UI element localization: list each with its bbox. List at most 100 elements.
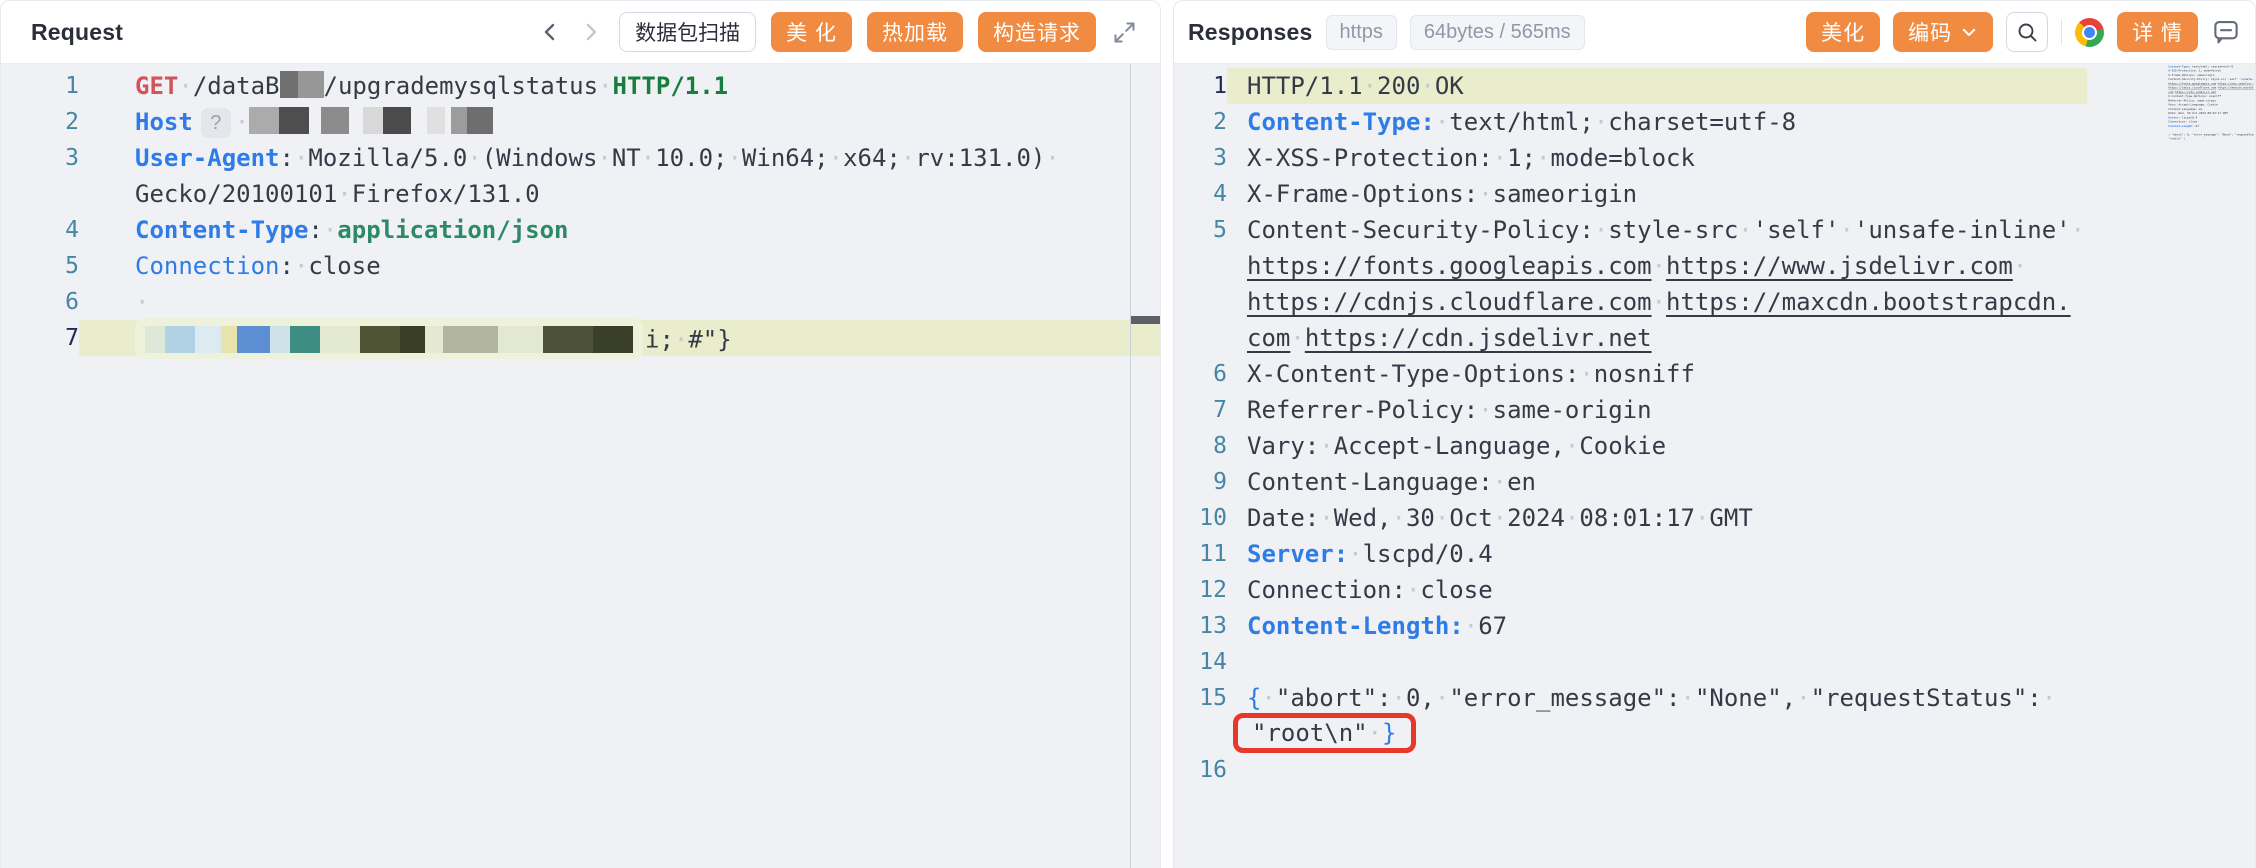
line-number: [1, 176, 79, 212]
http-packet-viewer: Request 数据包扫描 美 化 热加载 构造请求 1GET·/dataB/u…: [0, 0, 2256, 868]
code-line: 5Content-Security-Policy:·style-src·'sel…: [1174, 212, 2255, 248]
request-editor[interactable]: 1GET·/dataB/upgrademysqlstatus·HTTP/1.12…: [1, 64, 1160, 868]
code-line: Gecko/20100101·Firefox/131.0: [1, 176, 1160, 212]
code-line: 1HTTP/1.1·200·OK: [1174, 68, 2255, 104]
chevron-right-icon: [579, 20, 603, 44]
code-line: 1GET·/dataB/upgrademysqlstatus·HTTP/1.1: [1, 68, 1160, 104]
line-number: 1: [1174, 68, 1227, 104]
code-line: 14: [1174, 644, 2255, 680]
request-code: 1GET·/dataB/upgrademysqlstatus·HTTP/1.12…: [1, 68, 1160, 356]
code-line: "root\n"·}: [1174, 716, 2255, 752]
code-line: 5Connection:·close: [1, 248, 1160, 284]
code-line: 13Content-Length:·67: [1174, 608, 2255, 644]
line-number: [1174, 248, 1227, 284]
beautify-request-button[interactable]: 美 化: [771, 12, 852, 52]
next-packet-button[interactable]: [578, 19, 604, 45]
line-number: 14: [1174, 644, 1227, 680]
beautify-response-button[interactable]: 美化: [1806, 12, 1880, 52]
chevron-down-icon: [1960, 23, 1978, 41]
search-button[interactable]: [2006, 12, 2048, 52]
response-panel: Responses https 64bytes / 565ms 美化 编码 详 …: [1173, 0, 2256, 868]
prev-packet-button[interactable]: [537, 19, 563, 45]
line-number: 8: [1174, 428, 1227, 464]
code-line: 7Referrer-Policy:·same-origin: [1174, 392, 2255, 428]
size-time-tag: 64bytes / 565ms: [1410, 15, 1585, 50]
line-number: 9: [1174, 464, 1227, 500]
line-number: 4: [1, 212, 79, 248]
line-number: 5: [1174, 212, 1227, 248]
line-number: [1174, 320, 1227, 356]
search-icon: [2015, 20, 2039, 44]
comment-bubble-icon[interactable]: [2211, 17, 2241, 47]
code-line: 3User-Agent:·Mozilla/5.0·(Windows·NT·10.…: [1, 140, 1160, 176]
encode-dropdown-button[interactable]: 编码: [1893, 12, 1993, 52]
code-line: 6·: [1, 284, 1160, 320]
red-annotation-box: "root\n"·}: [1233, 713, 1416, 753]
line-number: 5: [1, 248, 79, 284]
encode-label: 编码: [1908, 17, 1952, 47]
code-line: 7i;·#"}: [1, 320, 1160, 356]
code-line: 4X-Frame-Options:·sameorigin: [1174, 176, 2255, 212]
line-number: 4: [1174, 176, 1227, 212]
line-number: 6: [1174, 356, 1227, 392]
minimap-content: HTTP/1.1·200·OKContent-Type:·text/html;·…: [2168, 64, 2254, 145]
redacted-content: [135, 318, 643, 359]
overview-ruler-mark: [1131, 316, 1160, 324]
build-request-button[interactable]: 构造请求: [978, 12, 1096, 52]
header-divider: [2061, 19, 2062, 45]
code-line: com·https://cdn.jsdelivr.net: [1174, 320, 2255, 356]
line-number: 3: [1, 140, 79, 176]
hot-reload-button[interactable]: 热加载: [867, 12, 963, 52]
line-number: [1174, 716, 1227, 752]
request-header: Request 数据包扫描 美 化 热加载 构造请求: [1, 1, 1160, 64]
code-line: 2Content-Type:·text/html;·charset=utf-8: [1174, 104, 2255, 140]
code-line: 8Vary:·Accept-Language,·Cookie: [1174, 428, 2255, 464]
line-number: 2: [1174, 104, 1227, 140]
line-number: 15: [1174, 680, 1227, 716]
redacted-content: [249, 107, 493, 134]
fullscreen-icon[interactable]: [1111, 19, 1138, 46]
line-number: 2: [1, 104, 79, 140]
packet-scan-button[interactable]: 数据包扫描: [619, 12, 756, 52]
line-number: 6: [1, 284, 79, 320]
request-panel: Request 数据包扫描 美 化 热加载 构造请求 1GET·/dataB/u…: [0, 0, 1161, 868]
code-line: 2Host?·: [1, 104, 1160, 140]
detail-button[interactable]: 详 情: [2117, 12, 2198, 52]
code-line: 6X-Content-Type-Options:·nosniff: [1174, 356, 2255, 392]
response-editor[interactable]: 1HTTP/1.1·200·OK2Content-Type:·text/html…: [1174, 64, 2255, 868]
speech-bubble-icon: [2211, 17, 2241, 47]
code-line: 12Connection:·close: [1174, 572, 2255, 608]
code-line: 3X-XSS-Protection:·1;·mode=block: [1174, 140, 2255, 176]
overview-ruler-line: [1130, 64, 1131, 868]
expand-arrows-icon: [1111, 19, 1138, 46]
line-number: 13: [1174, 608, 1227, 644]
response-code: 1HTTP/1.1·200·OK2Content-Type:·text/html…: [1174, 68, 2255, 788]
protocol-tag: https: [1326, 15, 1397, 50]
code-line: https://fonts.googleapis.com·https://www…: [1174, 248, 2255, 284]
code-line: https://cdnjs.cloudflare.com·https://max…: [1174, 284, 2255, 320]
minimap[interactable]: HTTP/1.1·200·OKContent-Type:·text/html;·…: [2168, 64, 2254, 170]
redacted-content: [280, 71, 324, 98]
code-line: 10Date:·Wed,·30·Oct·2024·08:01:17·GMT: [1174, 500, 2255, 536]
request-title: Request: [31, 19, 123, 46]
chrome-browser-icon[interactable]: [2075, 18, 2104, 47]
line-number: [1174, 284, 1227, 320]
line-number: 11: [1174, 536, 1227, 572]
line-number: 7: [1174, 392, 1227, 428]
line-number: 12: [1174, 572, 1227, 608]
line-number: 7: [1, 320, 79, 356]
code-line: 15{·"abort":·0,·"error_message":·"None",…: [1174, 680, 2255, 716]
code-line: 9Content-Language:·en: [1174, 464, 2255, 500]
code-line: [2168, 141, 2254, 145]
code-line: 16: [1174, 752, 2255, 788]
code-line: 4Content-Type:·application/json: [1, 212, 1160, 248]
line-number: 10: [1174, 500, 1227, 536]
chevron-left-icon: [538, 20, 562, 44]
response-header: Responses https 64bytes / 565ms 美化 编码 详 …: [1174, 1, 2255, 64]
line-number: 16: [1174, 752, 1227, 788]
code-line: 11Server:·lscpd/0.4: [1174, 536, 2255, 572]
host-hint-badge: ?: [201, 108, 231, 138]
responses-title: Responses: [1188, 19, 1313, 46]
line-number: 1: [1, 68, 79, 104]
line-number: 3: [1174, 140, 1227, 176]
